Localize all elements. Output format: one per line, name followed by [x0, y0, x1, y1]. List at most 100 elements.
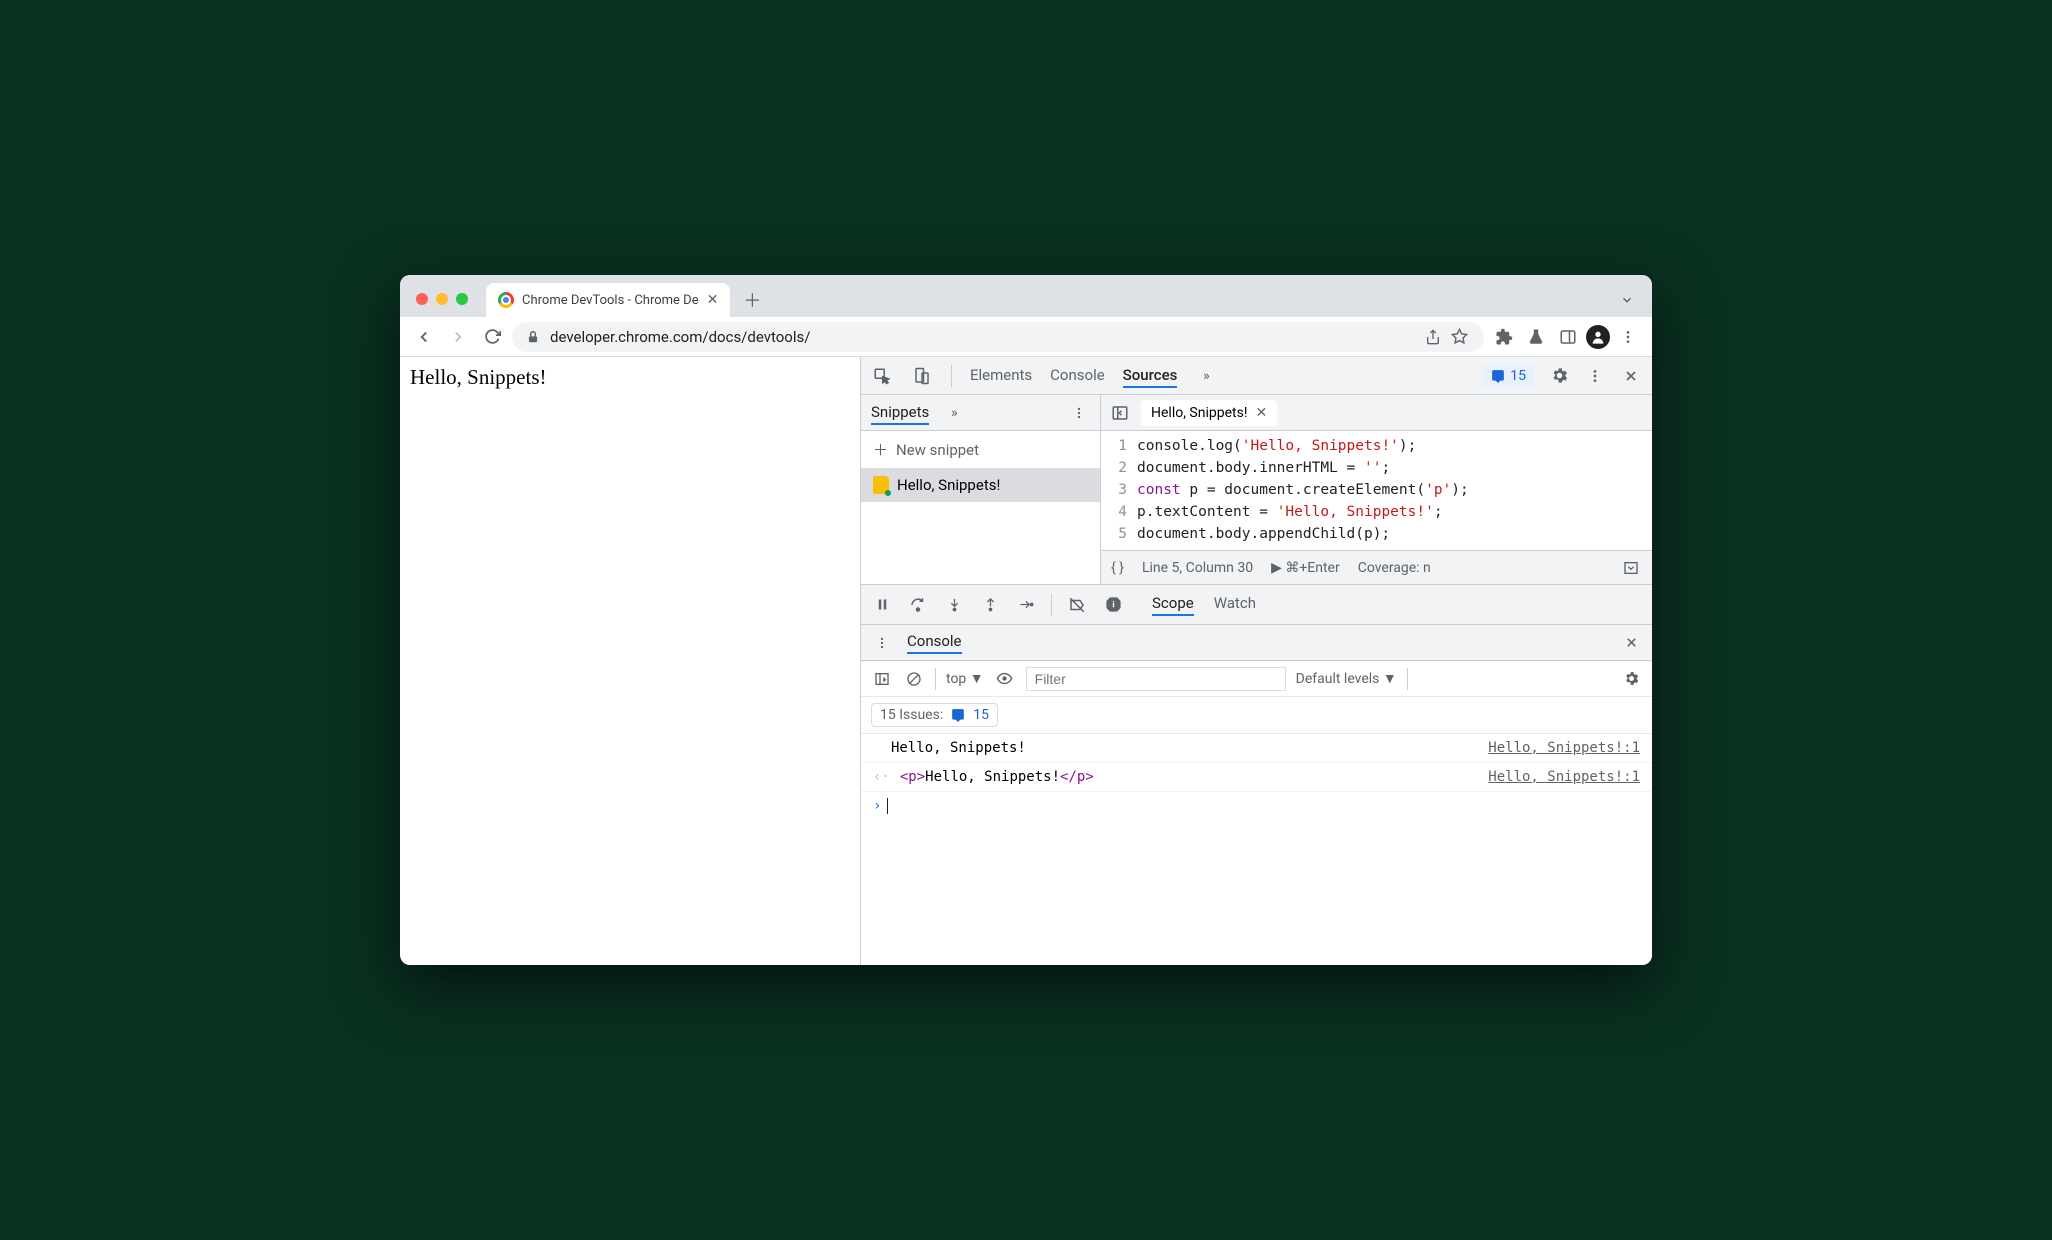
side-panel-icon[interactable] [1554, 323, 1582, 351]
console-log-line: Hello, Snippets! Hello, Snippets!:1 [861, 734, 1652, 763]
page-viewport: Hello, Snippets! [400, 357, 860, 965]
step-icon[interactable] [1015, 594, 1037, 616]
deactivate-breakpoints-icon[interactable] [1066, 594, 1088, 616]
browser-toolbar: developer.chrome.com/docs/devtools/ [400, 317, 1652, 357]
scope-tab[interactable]: Scope [1152, 594, 1194, 616]
bookmark-icon[interactable] [1448, 326, 1470, 348]
console-return-value: <p>Hello, Snippets!</p> [900, 769, 1488, 785]
console-return-line: ‹· <p>Hello, Snippets!</p> Hello, Snippe… [861, 763, 1652, 792]
step-out-icon[interactable] [979, 594, 1001, 616]
console-prompt[interactable]: › [861, 792, 1652, 820]
content-area: Hello, Snippets! Elements Console Source… [400, 357, 1652, 965]
coverage-status: Coverage: n [1358, 560, 1431, 576]
settings-icon[interactable] [1548, 365, 1570, 387]
new-snippet-label: New snippet [896, 441, 979, 459]
console-source-link[interactable]: Hello, Snippets!:1 [1488, 769, 1640, 785]
run-snippet-button[interactable]: ▶ ⌘+Enter [1271, 560, 1340, 576]
close-window-button[interactable] [416, 293, 428, 305]
chrome-favicon-icon [498, 292, 514, 308]
tab-sources[interactable]: Sources [1123, 364, 1178, 388]
console-filter-input[interactable] [1026, 667, 1286, 691]
forward-button[interactable] [444, 323, 472, 351]
maximize-window-button[interactable] [456, 293, 468, 305]
plus-icon: ＋ [873, 439, 888, 460]
close-drawer-button[interactable] [1620, 632, 1642, 654]
console-message: Hello, Snippets! [873, 740, 1488, 756]
code-editor[interactable]: 12345 console.log('Hello, Snippets!'); d… [1101, 431, 1652, 550]
window-controls [410, 293, 478, 317]
minimize-window-button[interactable] [436, 293, 448, 305]
snippet-name: Hello, Snippets! [897, 476, 1000, 494]
issues-chip[interactable]: 15 Issues: 15 [871, 703, 998, 727]
close-tab-button[interactable]: ✕ [707, 292, 719, 308]
close-devtools-button[interactable] [1620, 365, 1642, 387]
console-sidebar-toggle-icon[interactable] [871, 668, 893, 690]
pause-icon[interactable] [871, 594, 893, 616]
debugger-toolbar: Scope Watch [861, 585, 1652, 625]
page-text: Hello, Snippets! [410, 365, 850, 390]
devtools-menu-icon[interactable] [1584, 365, 1606, 387]
snippets-tab[interactable]: Snippets [871, 401, 929, 425]
console-drawer: Console top ▼ Default levels ▼ [861, 625, 1652, 965]
close-editor-tab-button[interactable]: ✕ [1255, 405, 1267, 421]
editor-status-bar: { } Line 5, Column 30 ▶ ⌘+Enter Coverage… [1101, 550, 1652, 584]
step-over-icon[interactable] [907, 594, 929, 616]
share-icon[interactable] [1422, 326, 1444, 348]
pause-exceptions-icon[interactable] [1102, 594, 1124, 616]
browser-tab[interactable]: Chrome DevTools - Chrome De ✕ [486, 283, 730, 317]
sources-panel: Snippets » ＋ New snippet Hello, Snippets… [861, 395, 1652, 585]
sidebar-toggle-icon[interactable] [1620, 557, 1642, 579]
profile-avatar[interactable] [1586, 325, 1610, 349]
new-snippet-button[interactable]: ＋ New snippet [861, 431, 1100, 468]
tab-title: Chrome DevTools - Chrome De [522, 293, 699, 308]
console-settings-icon[interactable] [1620, 668, 1642, 690]
tab-search-button[interactable] [1620, 293, 1634, 307]
editor-tab-bar: Hello, Snippets! ✕ [1101, 395, 1652, 431]
step-into-icon[interactable] [943, 594, 965, 616]
issues-label: 15 Issues: [880, 707, 943, 723]
device-toolbar-icon[interactable] [911, 365, 933, 387]
snippet-list-item[interactable]: Hello, Snippets! [861, 468, 1100, 502]
log-levels-selector[interactable]: Default levels ▼ [1296, 670, 1397, 687]
text-cursor [887, 798, 888, 814]
pretty-print-icon[interactable]: { } [1111, 560, 1124, 576]
issues-badge[interactable]: 15 [1483, 365, 1534, 387]
toggle-navigator-icon[interactable] [1109, 402, 1131, 424]
live-expression-icon[interactable] [994, 668, 1016, 690]
lock-icon [526, 330, 540, 344]
browser-tab-bar: Chrome DevTools - Chrome De ✕ ＋ [400, 275, 1652, 317]
console-drawer-tab[interactable]: Console [907, 632, 962, 654]
line-gutter: 12345 [1101, 435, 1137, 546]
drawer-menu-icon[interactable] [871, 632, 893, 654]
devtools-tab-bar: Elements Console Sources » 15 [861, 357, 1652, 395]
more-tabs-button[interactable]: » [1195, 365, 1217, 387]
reload-button[interactable] [478, 323, 506, 351]
new-tab-button[interactable]: ＋ [738, 286, 766, 314]
console-drawer-header: Console [861, 625, 1652, 661]
issues-count: 15 [1510, 368, 1526, 384]
browser-menu-button[interactable] [1614, 323, 1642, 351]
editor-area: Hello, Snippets! ✕ 12345 console.log('He… [1101, 395, 1652, 584]
watch-tab[interactable]: Watch [1214, 594, 1256, 616]
extensions-icon[interactable] [1490, 323, 1518, 351]
snippet-file-icon [873, 476, 889, 494]
chrome-window: Chrome DevTools - Chrome De ✕ ＋ develope… [400, 275, 1652, 965]
more-nav-tabs-button[interactable]: » [943, 402, 965, 424]
prompt-chevron-icon: › [873, 798, 881, 814]
tab-elements[interactable]: Elements [970, 366, 1032, 386]
labs-icon[interactable] [1522, 323, 1550, 351]
editor-tab-title: Hello, Snippets! [1151, 405, 1247, 421]
console-toolbar: top ▼ Default levels ▼ [861, 661, 1652, 697]
clear-console-icon[interactable] [903, 668, 925, 690]
console-source-link[interactable]: Hello, Snippets!:1 [1488, 740, 1640, 756]
code-content: console.log('Hello, Snippets!'); documen… [1137, 435, 1652, 546]
tab-console[interactable]: Console [1050, 366, 1105, 386]
nav-menu-icon[interactable] [1068, 402, 1090, 424]
editor-tab[interactable]: Hello, Snippets! ✕ [1141, 400, 1277, 426]
back-button[interactable] [410, 323, 438, 351]
inspect-element-icon[interactable] [871, 365, 893, 387]
address-bar[interactable]: developer.chrome.com/docs/devtools/ [512, 322, 1484, 352]
issues-chip-count: 15 [973, 707, 989, 723]
cursor-position: Line 5, Column 30 [1142, 560, 1253, 576]
context-selector[interactable]: top ▼ [946, 670, 984, 687]
